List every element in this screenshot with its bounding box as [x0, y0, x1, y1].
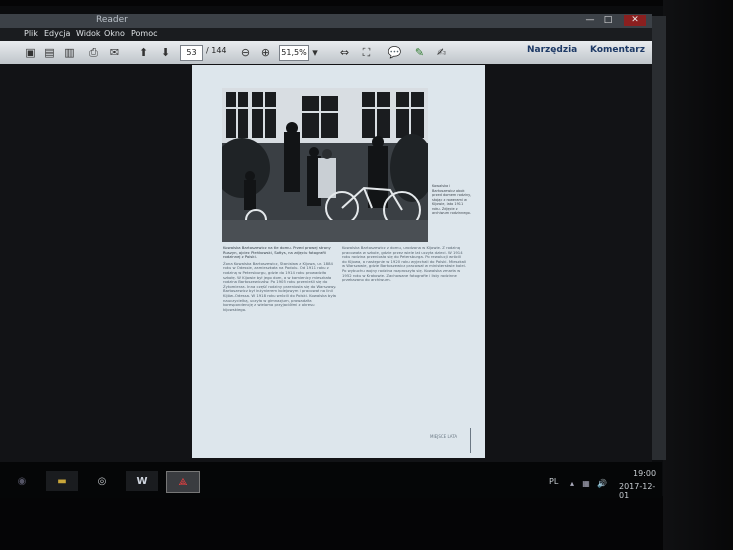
word-icon[interactable]: W: [126, 471, 158, 491]
zoom-out-icon[interactable]: ⊖: [237, 44, 254, 61]
minimize-button[interactable]: —: [582, 15, 598, 26]
total-pages-label: / 144: [206, 46, 227, 55]
open-folder-icon[interactable]: ▤: [41, 44, 58, 61]
next-page-icon[interactable]: ⬇: [157, 44, 174, 61]
menu-view[interactable]: Widok: [76, 29, 101, 38]
acrobat-icon[interactable]: ⟁: [166, 471, 200, 493]
menu-bar: Plik Edycja Widok Okno Pomoc: [0, 28, 652, 41]
start-icon[interactable]: ◉: [6, 471, 38, 491]
zoom-input[interactable]: 51,5%: [279, 45, 309, 61]
comment-link[interactable]: Komentarz: [590, 45, 645, 55]
toolbar: ▣ ▤ ▥ ⎙ ✉ ⬆ ⬇ 53 / 144 ⊖ ⊕ 51,5% ▾ ⇔ ⛶ 💬…: [0, 41, 652, 65]
clock-date[interactable]: 2017-12-01: [619, 482, 662, 500]
tray-arrow-icon[interactable]: ▴: [566, 473, 578, 493]
archival-photo: [222, 88, 428, 242]
print-icon[interactable]: ⎙: [85, 44, 102, 61]
create-icon[interactable]: ▣: [22, 44, 39, 61]
language-indicator[interactable]: PL: [549, 477, 558, 486]
window-titlebar: Reader — □ ✕: [0, 14, 652, 28]
photo-side-caption: Kowalska i Bartoszewicz obok przed domem…: [432, 184, 472, 215]
tools-link[interactable]: Narzędzia: [527, 45, 577, 55]
fullscreen-icon[interactable]: ⛶: [358, 44, 375, 61]
menu-help[interactable]: Pomoc: [131, 29, 158, 38]
running-footer: MIEJSCE LATA: [430, 434, 458, 439]
email-icon[interactable]: ✉: [106, 44, 123, 61]
zoom-dropdown-icon[interactable]: ▾: [309, 44, 321, 61]
taskbar: ◉ ▬ ◎ W ⟁ PL ▴ ▦ 🔊 19:00 2017-12-01: [0, 462, 662, 500]
monitor-bezel: [663, 0, 733, 550]
save-icon[interactable]: ▥: [61, 44, 78, 61]
text-column-left: Kowalska Bartoszewicz na tle domu. Przed…: [223, 245, 338, 312]
menu-edit[interactable]: Edycja: [44, 29, 70, 38]
fit-page-icon[interactable]: ⇔: [336, 44, 353, 61]
page-rule: [470, 428, 471, 453]
close-button[interactable]: ✕: [624, 15, 646, 26]
clock-time[interactable]: 19:00: [633, 469, 656, 478]
chrome-icon[interactable]: ◎: [86, 471, 118, 491]
menu-file[interactable]: Plik: [24, 29, 38, 38]
volume-icon[interactable]: 🔊: [596, 473, 608, 493]
highlight-icon[interactable]: ✎: [411, 44, 428, 61]
sign-icon[interactable]: ✍: [433, 44, 450, 61]
network-icon[interactable]: ▦: [580, 473, 592, 493]
prev-page-icon[interactable]: ⬆: [135, 44, 152, 61]
photo-caption: Kowalska Bartoszewicz na tle domu. Przed…: [223, 245, 331, 260]
comment-bubble-icon[interactable]: 💬: [386, 44, 403, 61]
vertical-scrollbar[interactable]: [652, 16, 666, 460]
current-page-input[interactable]: 53: [180, 45, 203, 61]
body-text-left: Żona Kowalska Bartoszewicz, Stanisław z …: [223, 260, 337, 312]
maximize-button[interactable]: □: [600, 15, 616, 26]
window-title: Reader: [96, 15, 128, 25]
body-text-right: Kowalska Bartoszewicz z domu, urodzona w…: [342, 245, 467, 283]
menu-window[interactable]: Okno: [104, 29, 125, 38]
file-explorer-icon[interactable]: ▬: [46, 471, 78, 491]
zoom-in-icon[interactable]: ⊕: [257, 44, 274, 61]
